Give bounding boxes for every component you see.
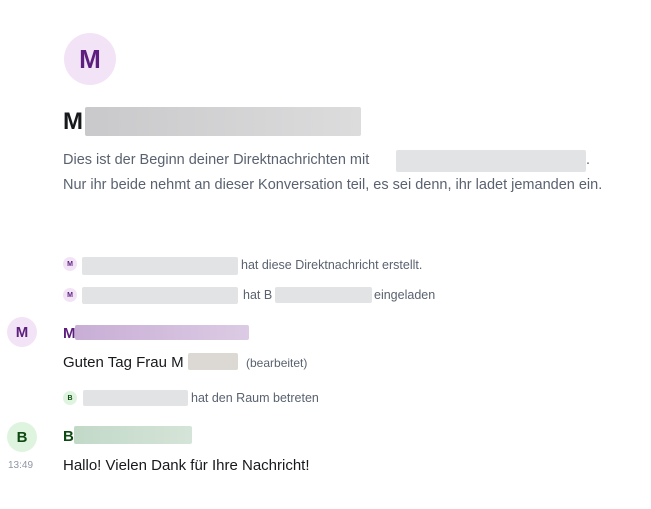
message-body: Guten Tag Frau M	[63, 354, 184, 371]
redacted-room-name	[85, 107, 361, 136]
intro-text-line1: Dies ist der Beginn deiner Direktnachric…	[63, 152, 370, 168]
room-title: M	[63, 108, 83, 135]
intro-text-line1-tail: .	[586, 152, 591, 168]
redacted-user-name	[83, 390, 188, 406]
event-avatar-b[interactable]: B	[63, 391, 77, 405]
event-avatar-m[interactable]: M	[63, 288, 77, 302]
redacted-sender-name	[75, 325, 249, 340]
event-joined-text: hat den Raum betreten	[191, 391, 319, 405]
redacted-user-name	[82, 257, 238, 275]
event-created-text: hat diese Direktnachricht erstellt.	[241, 258, 423, 272]
redacted-user-name	[82, 287, 238, 304]
event-avatar-m[interactable]: M	[63, 257, 77, 271]
sender-avatar-b[interactable]: B	[7, 422, 37, 452]
room-avatar[interactable]: M	[64, 33, 116, 85]
redacted-sender-name	[74, 426, 192, 444]
edited-label[interactable]: (bearbeitet)	[246, 356, 307, 370]
message-timestamp: 13:49	[8, 460, 34, 471]
redacted-body-text	[188, 353, 238, 370]
event-invited-text-tail: eingeladen	[374, 288, 436, 302]
redacted-partner-name	[396, 150, 586, 172]
sender-avatar-m[interactable]: M	[7, 317, 37, 347]
message-body: Hallo! Vielen Dank für Ihre Nachricht!	[63, 457, 310, 474]
event-invited-text: hat B	[243, 288, 273, 302]
intro-text-line2: Nur ihr beide nehmt an dieser Konversati…	[63, 177, 603, 193]
sender-name[interactable]: M	[63, 325, 76, 342]
dm-timeline: M M Dies ist der Beginn deiner Direktnac…	[0, 0, 651, 509]
sender-name[interactable]: B	[63, 428, 74, 445]
redacted-invitee-name	[275, 287, 372, 303]
